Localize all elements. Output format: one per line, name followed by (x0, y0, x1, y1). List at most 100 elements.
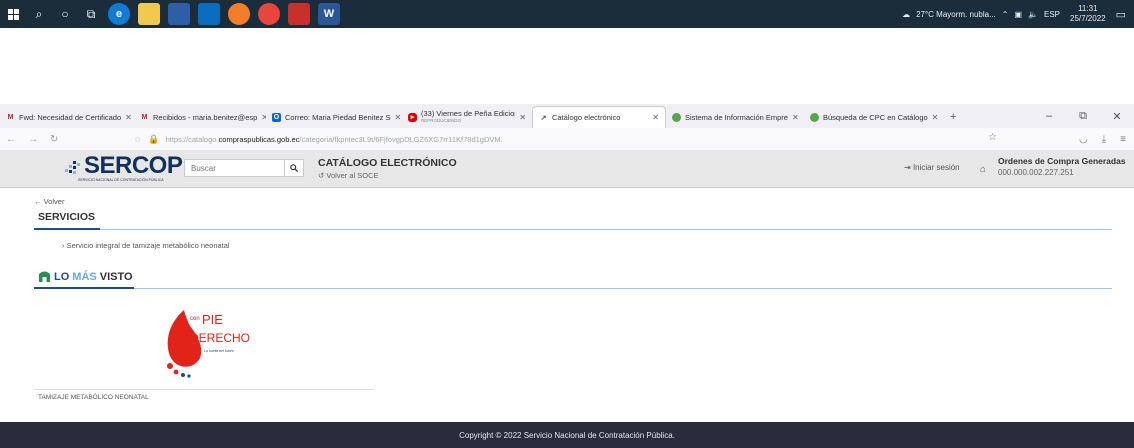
back-link[interactable]: ← Volver (34, 197, 64, 206)
back-to-soce-label: Volver al SOCE (326, 171, 379, 180)
search-box (184, 159, 304, 177)
lock-icon[interactable]: 🔒 (148, 134, 159, 145)
logo-subtitle: SERVICIO NACIONAL DE CONTRATACIÓN PÚBLIC… (78, 178, 164, 182)
shield-icon[interactable]: ◌ (135, 134, 140, 144)
login-link[interactable]: ⇥ Iniciar sesión (904, 163, 960, 172)
reload-icon[interactable]: ↻ (50, 134, 58, 145)
sercop-logo[interactable]: SERCOP SERVICIO NACIONAL DE CONTRATACIÓN… (64, 152, 184, 183)
pdf-reader-icon[interactable] (288, 3, 310, 25)
close-icon[interactable]: ✕ (928, 113, 939, 122)
product-name[interactable]: TAMIZAJE METABÓLICO NEONATAL (38, 394, 149, 401)
gmail-icon: M (141, 113, 148, 121)
login-label: Iniciar sesión (912, 163, 960, 172)
product-divider (34, 389, 374, 390)
minimize-icon[interactable]: – (1032, 110, 1066, 122)
word-icon[interactable]: W (318, 3, 340, 25)
close-icon[interactable]: ✕ (515, 113, 526, 122)
mail-icon[interactable] (198, 3, 220, 25)
firefox-icon[interactable] (228, 3, 250, 25)
tab-sistema-informacion[interactable]: Sistema de Información Empre ✕ (666, 106, 804, 128)
back-to-soce-link[interactable]: ↺ Volver al SOCE (318, 171, 379, 180)
search-input[interactable] (189, 162, 283, 174)
tab-catalogo-electronico[interactable]: ↗ Catálogo electrónico ✕ (532, 106, 666, 128)
back-label: Volver (43, 197, 65, 206)
pocket-icon[interactable]: ◡ (1079, 134, 1088, 145)
home-icon[interactable]: ⌂ (980, 164, 986, 175)
search-icon (290, 164, 298, 172)
task-view-icon[interactable]: ⧉ (78, 0, 104, 28)
window-controls: – ⧉ ✕ (1032, 104, 1134, 128)
weather-text[interactable]: 27°C Mayorm. nubla... (916, 10, 996, 19)
maximize-icon[interactable]: ⧉ (1066, 110, 1100, 123)
new-tab-button[interactable]: + (944, 106, 968, 128)
forward-arrow-icon[interactable]: → (28, 134, 38, 145)
close-icon[interactable]: ✕ (648, 113, 659, 122)
service-item[interactable]: › Servicio integral de tamizaje metabóli… (62, 241, 230, 250)
tab-label: Búsqueda de CPC en Catálogo (823, 112, 928, 122)
tab-label: Sistema de Información Empre (685, 112, 788, 122)
copyright-text: Copyright © 2022 Servicio Nacional de Co… (459, 430, 675, 440)
url-path: /categoria/fkpntec3L9t/6FjfovgpDLGZ6XG7r… (299, 134, 503, 144)
store-icon[interactable] (168, 3, 190, 25)
store-icon (39, 271, 50, 282)
search-button[interactable] (284, 160, 303, 176)
most-viewed-heading: LO MÁS VISTO (38, 270, 133, 283)
globe-icon (672, 112, 681, 122)
clock-time: 11:31 (1078, 4, 1098, 13)
product-image-con-pie-derecho[interactable]: con PIE DERECHO La huella del futuro (160, 300, 260, 384)
section-underline (34, 287, 134, 289)
volume-icon[interactable]: 🔈 (1028, 10, 1038, 19)
windows-taskbar: ⌕ ○ ⧉ e W ☁ 27°C Mayorm. nubla... ⌃ ▣ 🔈 … (0, 0, 1134, 28)
close-icon[interactable]: ✕ (121, 113, 132, 122)
tab-youtube[interactable]: ▸ (33) Viernes de Peña Edicion 67 REPROD… (402, 106, 532, 128)
bookmark-star-icon[interactable]: ☆ (988, 132, 997, 143)
tab-recibidos[interactable]: M Recibidos - maria.benitez@esp ✕ (134, 106, 266, 128)
catalog-title: CATÁLOGO ELECTRÓNICO (318, 157, 457, 169)
edge-icon[interactable]: e (108, 3, 130, 25)
download-icon[interactable]: ⤓ (1102, 134, 1106, 145)
weather-icon[interactable]: ☁ (902, 10, 910, 19)
browser-tab-bar: M Fwd: Necesidad de Certificado ✕ M Reci… (0, 104, 1134, 129)
tab-correo[interactable]: O Correo: Maria Piedad Benitez S ✕ (266, 106, 402, 128)
tab-busqueda-cpc[interactable]: Búsqueda de CPC en Catálogo ✕ (804, 106, 944, 128)
site-header: SERCOP SERVICIO NACIONAL DE CONTRATACIÓN… (0, 150, 1134, 188)
tab-label: (33) Viernes de Peña Edicion 67 (421, 110, 515, 118)
cortana-icon[interactable]: ○ (52, 0, 78, 28)
clock-date: 25/7/2022 (1070, 14, 1106, 23)
tab-playing-label: REPRODUCIENDO (421, 118, 462, 123)
file-explorer-icon[interactable] (138, 3, 160, 25)
close-icon[interactable]: ✕ (257, 113, 266, 122)
tab-label: Fwd: Necesidad de Certificado (19, 112, 122, 122)
back-arrow-icon[interactable]: ← (6, 134, 16, 145)
close-icon[interactable]: ✕ (788, 113, 799, 122)
address-bar[interactable]: ◌ 🔒 https://catalogo. compraspublicas.go… (135, 131, 975, 147)
most-viewed-lo: LO (54, 270, 70, 283)
search-icon[interactable]: ⌕ (26, 0, 52, 28)
chrome-icon[interactable] (258, 3, 280, 25)
clock[interactable]: 11:31 25/7/2022 (1070, 4, 1106, 24)
tab-label: Catálogo electrónico (552, 113, 621, 122)
product-logo-con: con (190, 316, 200, 322)
windows-start-icon[interactable] (0, 0, 26, 28)
network-icon[interactable]: ▣ (1014, 10, 1022, 19)
section-title-servicios: SERVICIOS (38, 211, 95, 223)
site-footer: Copyright © 2022 Servicio Nacional de Co… (0, 422, 1134, 448)
menu-icon[interactable]: ≡ (1120, 134, 1126, 145)
close-window-icon[interactable]: ✕ (1100, 110, 1134, 123)
outlook-icon: O (272, 112, 281, 122)
language-indicator[interactable]: ESP (1044, 10, 1060, 19)
logo-text: SERCOP (84, 152, 183, 179)
browser-nav-bar: ← → ↻ ◌ 🔒 https://catalogo. compraspubli… (0, 128, 1134, 151)
product-logo-derecho: DERECHO (190, 331, 250, 345)
login-icon: ⇥ (904, 163, 911, 172)
sercop-mark-icon (65, 161, 80, 174)
chevron-up-icon[interactable]: ⌃ (1002, 10, 1009, 19)
notification-icon[interactable]: ▭ (1116, 8, 1126, 21)
tab-fwd-necesidad[interactable]: M Fwd: Necesidad de Certificado ✕ (0, 106, 134, 128)
section-underline (34, 228, 100, 230)
orders-number: 000.000.002.227.251 (998, 168, 1074, 177)
url-domain: compraspublicas.gob.ec (218, 134, 300, 144)
close-icon[interactable]: ✕ (390, 113, 401, 122)
service-item-label: Servicio integral de tamizaje metabólico… (66, 241, 230, 250)
orders-counter: ⌂ Ordenes de Compra Generadas 000.000.00… (980, 156, 1126, 177)
